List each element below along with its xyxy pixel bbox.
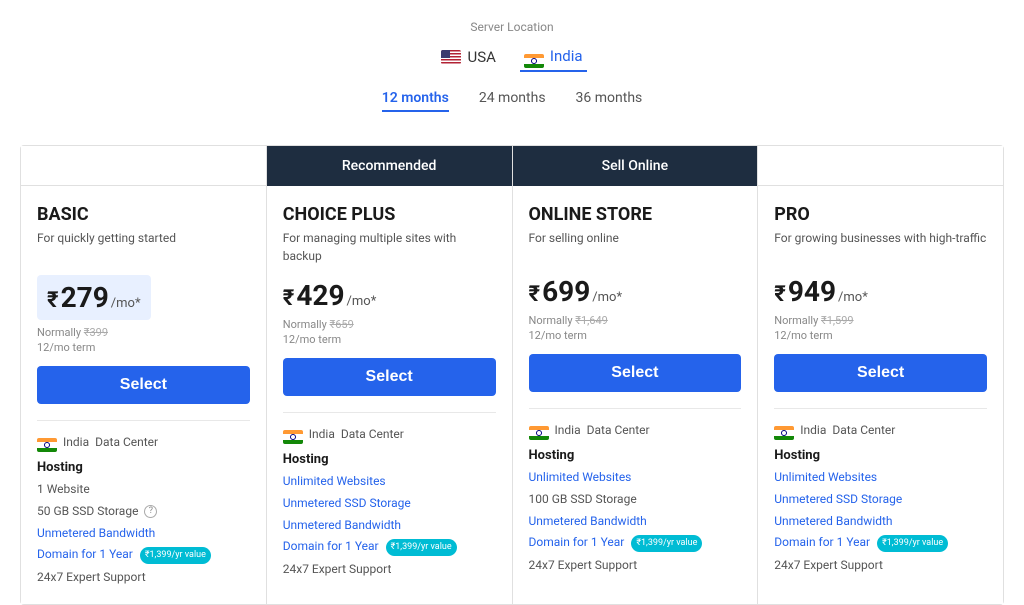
plan-online-store-datacenter: India Data Center xyxy=(529,419,742,440)
plan-pro-price-box: ₹ 949 /mo* xyxy=(774,275,868,308)
plan-online-store-term: 12/mo term xyxy=(529,329,742,342)
plan-basic-amount: 279 xyxy=(61,281,109,314)
plan-online-store: Sell Online ONLINE STORE For selling onl… xyxy=(513,146,759,604)
plan-choice-plus-currency: ₹ xyxy=(283,286,295,311)
plan-online-store-hosting: Hosting xyxy=(529,448,742,463)
plan-choice-plus-select-button[interactable]: Select xyxy=(283,358,496,396)
plan-pro-india-flag xyxy=(774,419,794,440)
plan-online-store-india-flag xyxy=(529,419,549,440)
plans-container: BASIC For quickly getting started ₹ 279 … xyxy=(20,145,1004,605)
plan-basic-desc: For quickly getting started xyxy=(37,229,250,261)
plan-choice-plus-name: CHOICE PLUS xyxy=(283,204,496,225)
plan-pro-currency: ₹ xyxy=(774,282,786,307)
plan-pro-desc: For growing businesses with high-traffic xyxy=(774,229,987,261)
plan-basic-feature-4: 24x7 Expert Support xyxy=(37,569,250,586)
duration-12[interactable]: 12 months xyxy=(382,86,449,112)
plan-pro-feature-4: 24x7 Expert Support xyxy=(774,557,987,574)
plan-choice-plus-feature-2[interactable]: Unmetered Bandwidth xyxy=(283,517,496,534)
usa-label: USA xyxy=(467,48,495,66)
plan-basic-india-flag xyxy=(37,431,57,452)
duration-24[interactable]: 24 months xyxy=(479,86,546,112)
plan-basic-value-badge: ₹1,399/yr value xyxy=(140,547,211,564)
plan-online-store-feature-0[interactable]: Unlimited Websites xyxy=(529,469,742,486)
plan-choice-plus-price-box: ₹ 429 /mo* xyxy=(283,279,377,312)
location-india[interactable]: India xyxy=(520,42,587,72)
server-location-label: Server Location xyxy=(0,20,1024,34)
plan-online-store-feature-1: 100 GB SSD Storage xyxy=(529,491,742,508)
plan-choice-plus-feature-0[interactable]: Unlimited Websites xyxy=(283,473,496,490)
plan-basic-select-button[interactable]: Select xyxy=(37,366,250,404)
plan-basic-feature-0: 1 Website xyxy=(37,481,250,498)
plan-basic-name: BASIC xyxy=(37,204,250,225)
plan-choice-plus-term: 12/mo term xyxy=(283,333,496,346)
plan-basic-currency: ₹ xyxy=(47,288,59,313)
plan-choice-plus: Recommended CHOICE PLUS For managing mul… xyxy=(267,146,513,604)
plan-choice-plus-period: /mo* xyxy=(347,294,377,309)
plan-online-store-badge: Sell Online xyxy=(513,146,758,186)
plan-pro-feature-3[interactable]: Domain for 1 Year ₹1,399/yr value xyxy=(774,534,987,551)
plan-choice-plus-amount: 429 xyxy=(296,279,344,312)
plan-pro-datacenter: India Data Center xyxy=(774,419,987,440)
plan-basic-datacenter: India Data Center xyxy=(37,431,250,452)
location-usa[interactable]: USA xyxy=(437,42,499,72)
plan-basic-feature-2[interactable]: Unmetered Bandwidth xyxy=(37,525,250,542)
plan-pro-hosting: Hosting xyxy=(774,448,987,463)
plan-online-store-period: /mo* xyxy=(592,290,622,305)
plan-choice-plus-normally: Normally ₹659 xyxy=(283,318,496,331)
plan-online-store-price-box: ₹ 699 /mo* xyxy=(529,275,623,308)
duration-tabs: 12 months 24 months 36 months xyxy=(0,86,1024,112)
plan-online-store-normally: Normally ₹1,649 xyxy=(529,314,742,327)
plan-choice-plus-feature-4: 24x7 Expert Support xyxy=(283,561,496,578)
plan-online-store-desc: For selling online xyxy=(529,229,742,261)
plan-pro-value-badge: ₹1,399/yr value xyxy=(877,535,948,552)
plan-pro-feature-1[interactable]: Unmetered SSD Storage xyxy=(774,491,987,508)
plan-basic: BASIC For quickly getting started ₹ 279 … xyxy=(21,146,267,604)
plan-pro-feature-0[interactable]: Unlimited Websites xyxy=(774,469,987,486)
location-tabs: USA India xyxy=(0,42,1024,72)
plan-online-store-amount: 699 xyxy=(542,275,590,308)
plan-choice-plus-badge: Recommended xyxy=(267,146,512,186)
plan-pro-term: 12/mo term xyxy=(774,329,987,342)
india-label: India xyxy=(550,47,583,65)
plan-online-store-select-button[interactable]: Select xyxy=(529,354,742,392)
plan-choice-plus-desc: For managing multiple sites with backup xyxy=(283,229,496,265)
plan-choice-plus-feature-1[interactable]: Unmetered SSD Storage xyxy=(283,495,496,512)
duration-36[interactable]: 36 months xyxy=(576,86,643,112)
plan-pro-feature-2[interactable]: Unmetered Bandwidth xyxy=(774,513,987,530)
plan-choice-plus-india-flag xyxy=(283,423,303,444)
plan-online-store-value-badge: ₹1,399/yr value xyxy=(631,535,702,552)
info-icon: ? xyxy=(144,505,157,518)
plan-basic-badge xyxy=(21,146,266,186)
plan-pro-select-button[interactable]: Select xyxy=(774,354,987,392)
plan-online-store-feature-2[interactable]: Unmetered Bandwidth xyxy=(529,513,742,530)
plan-pro: PRO For growing businesses with high-tra… xyxy=(758,146,1003,604)
plan-online-store-name: ONLINE STORE xyxy=(529,204,742,225)
plan-pro-amount: 949 xyxy=(788,275,836,308)
plan-basic-period: /mo* xyxy=(111,296,141,311)
plan-basic-term: 12/mo term xyxy=(37,341,250,354)
plan-online-store-feature-4: 24x7 Expert Support xyxy=(529,557,742,574)
india-flag-icon xyxy=(524,44,544,68)
plan-pro-badge xyxy=(758,146,1003,186)
plan-basic-feature-1: 50 GB SSD Storage ? xyxy=(37,503,250,520)
plan-choice-plus-feature-3[interactable]: Domain for 1 Year ₹1,399/yr value xyxy=(283,538,496,555)
plan-choice-plus-value-badge: ₹1,399/yr value xyxy=(386,539,457,556)
plan-basic-hosting: Hosting xyxy=(37,460,250,475)
plan-pro-name: PRO xyxy=(774,204,987,225)
plan-basic-feature-3[interactable]: Domain for 1 Year ₹1,399/yr value xyxy=(37,546,250,563)
plan-choice-plus-datacenter: India Data Center xyxy=(283,423,496,444)
plan-basic-normally: Normally ₹399 xyxy=(37,326,250,339)
plan-choice-plus-hosting: Hosting xyxy=(283,452,496,467)
plan-pro-normally: Normally ₹1,599 xyxy=(774,314,987,327)
plan-online-store-currency: ₹ xyxy=(529,282,541,307)
usa-flag-icon xyxy=(441,50,461,64)
plan-pro-period: /mo* xyxy=(838,290,868,305)
plan-basic-price-box: ₹ 279 /mo* xyxy=(37,275,151,320)
plan-online-store-feature-3[interactable]: Domain for 1 Year ₹1,399/yr value xyxy=(529,534,742,551)
